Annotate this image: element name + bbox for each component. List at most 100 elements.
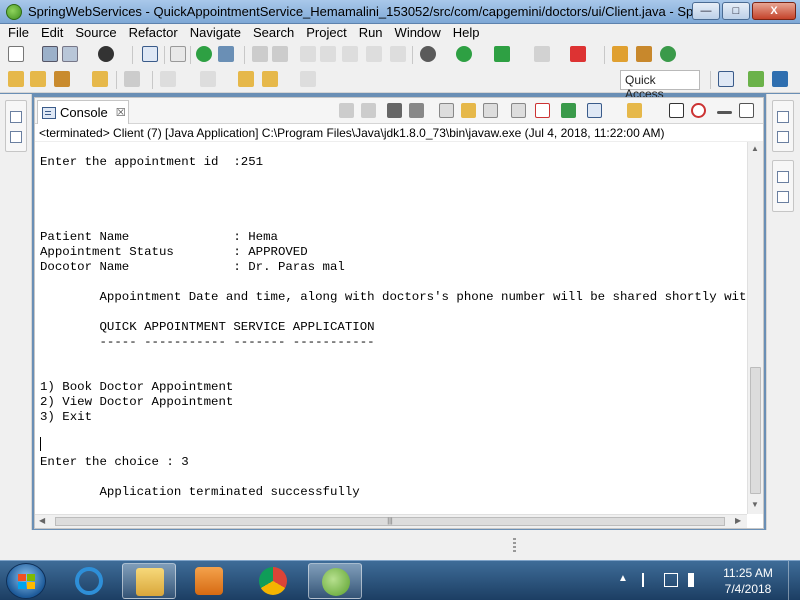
last-edit-location-icon[interactable] xyxy=(238,71,254,87)
back-icon[interactable] xyxy=(262,71,278,87)
new-class-icon[interactable] xyxy=(660,46,676,62)
ant-icon[interactable] xyxy=(691,103,706,118)
menu-search[interactable]: Search xyxy=(247,24,300,42)
menu-source[interactable]: Source xyxy=(69,24,122,42)
previous-annotation-icon[interactable] xyxy=(200,71,216,87)
new-icon[interactable] xyxy=(8,46,24,62)
next-annotation-icon[interactable] xyxy=(160,71,176,87)
taskbar-media-player[interactable] xyxy=(182,563,236,599)
new-java-project-icon[interactable] xyxy=(612,46,628,62)
taskbar-spring-tool-suite[interactable] xyxy=(308,563,362,599)
restore-icon[interactable] xyxy=(777,171,789,183)
boot-dashboard-icon[interactable] xyxy=(196,46,212,62)
skip-breakpoints-icon[interactable] xyxy=(170,46,186,62)
external-tools-icon[interactable] xyxy=(570,46,586,62)
display-console-icon[interactable] xyxy=(561,103,576,118)
menu-window[interactable]: Window xyxy=(389,24,447,42)
menu-refactor[interactable]: Refactor xyxy=(123,24,184,42)
restore-icon[interactable] xyxy=(10,111,22,123)
open-console-icon[interactable] xyxy=(587,103,602,118)
pin-icon[interactable] xyxy=(300,46,316,62)
task-list-icon[interactable] xyxy=(777,191,789,203)
view-menu-icon[interactable] xyxy=(669,103,684,118)
scroll-lock-icon[interactable] xyxy=(439,103,454,118)
format-icon[interactable] xyxy=(272,46,288,62)
new-console-icon[interactable] xyxy=(627,103,642,118)
package-explorer-icon[interactable] xyxy=(10,131,22,143)
menu-navigate[interactable]: Navigate xyxy=(184,24,247,42)
server-icon[interactable] xyxy=(218,46,234,62)
quick-access-input[interactable]: Quick Access xyxy=(620,70,700,101)
new-package-icon[interactable] xyxy=(636,46,652,62)
stop-icon[interactable] xyxy=(534,46,550,62)
remove-all-icon[interactable] xyxy=(387,103,402,118)
debug-icon[interactable] xyxy=(420,46,436,62)
taskbar-internet-explorer[interactable] xyxy=(62,563,116,599)
pin-console-icon[interactable] xyxy=(535,103,550,118)
word-wrap-icon[interactable] xyxy=(461,103,476,118)
action-center-flag-icon[interactable] xyxy=(642,573,656,587)
search-icon[interactable] xyxy=(54,71,70,87)
copy-icon[interactable] xyxy=(366,46,382,62)
run-last-icon[interactable] xyxy=(494,46,510,62)
toolbar-separator xyxy=(412,46,413,64)
toolbar-separator xyxy=(152,71,153,89)
tab-console[interactable]: Console ☒ xyxy=(37,100,129,124)
restore-icon[interactable] xyxy=(777,111,789,123)
volume-icon[interactable] xyxy=(688,573,702,587)
refresh-icon[interactable] xyxy=(252,46,268,62)
open-type-icon[interactable] xyxy=(8,71,24,87)
scroll-right-icon[interactable]: ▶ xyxy=(735,516,741,525)
maximize-button[interactable]: □ xyxy=(722,2,750,20)
close-button[interactable]: X xyxy=(752,2,796,20)
show-desktop-button[interactable] xyxy=(788,561,800,600)
minimize-view-icon[interactable] xyxy=(717,111,732,114)
horizontal-scroll-thumb[interactable]: ||| xyxy=(55,517,725,526)
user-icon[interactable] xyxy=(98,46,114,62)
show-hidden-icons-icon[interactable]: ▲ xyxy=(618,573,632,587)
spring-perspective-icon[interactable] xyxy=(748,71,764,87)
taskbar-file-explorer[interactable] xyxy=(122,563,176,599)
java-perspective-icon[interactable] xyxy=(772,71,788,87)
clear-console-icon[interactable] xyxy=(409,103,424,118)
open-resource-icon[interactable] xyxy=(30,71,46,87)
minimize-button[interactable]: — xyxy=(692,2,720,20)
console-output[interactable]: Enter the appointment id :251 Patient Na… xyxy=(35,142,747,514)
paragraph-icon[interactable] xyxy=(390,46,406,62)
scroll-up-icon[interactable]: ▲ xyxy=(751,144,759,153)
forward-icon[interactable] xyxy=(300,71,316,87)
maximize-view-icon[interactable] xyxy=(739,103,754,118)
vertical-scroll-thumb[interactable] xyxy=(750,367,761,494)
show-stdout-icon[interactable] xyxy=(483,103,498,118)
resize-grip[interactable] xyxy=(513,538,516,554)
console-line: Patient Name : Hema xyxy=(40,230,278,244)
menu-edit[interactable]: Edit xyxy=(35,24,69,42)
outline-icon[interactable] xyxy=(777,131,789,143)
run-icon[interactable] xyxy=(456,46,472,62)
remove-launch-icon[interactable] xyxy=(361,103,376,118)
mark-icon[interactable] xyxy=(342,46,358,62)
console-toolbar xyxy=(335,103,755,119)
save-icon[interactable] xyxy=(42,46,58,62)
show-stderr-icon[interactable] xyxy=(511,103,526,118)
edit-icon[interactable] xyxy=(320,46,336,62)
scroll-left-icon[interactable]: ◀ xyxy=(39,516,45,525)
menu-project[interactable]: Project xyxy=(300,24,352,42)
taskbar-chrome[interactable] xyxy=(246,563,300,599)
network-icon[interactable] xyxy=(664,573,678,587)
save-all-icon[interactable] xyxy=(62,46,78,62)
terminal-icon[interactable] xyxy=(142,46,158,62)
vertical-scrollbar[interactable]: ▲ ▼ xyxy=(747,142,763,514)
open-perspective-icon[interactable] xyxy=(718,71,734,87)
menu-file[interactable]: File xyxy=(2,24,35,42)
horizontal-scrollbar[interactable]: ◀ ||| ▶ xyxy=(35,514,747,528)
menu-help[interactable]: Help xyxy=(447,24,486,42)
terminate-icon[interactable] xyxy=(339,103,354,118)
toggle-mark-icon[interactable] xyxy=(124,71,140,87)
open-task-icon[interactable] xyxy=(92,71,108,87)
menu-run[interactable]: Run xyxy=(353,24,389,42)
tab-close-icon[interactable]: ☒ xyxy=(116,106,126,119)
taskbar-clock[interactable]: 11:25 AM 7/4/2018 xyxy=(712,565,784,597)
scroll-down-icon[interactable]: ▼ xyxy=(751,500,759,509)
start-button[interactable] xyxy=(6,563,46,599)
